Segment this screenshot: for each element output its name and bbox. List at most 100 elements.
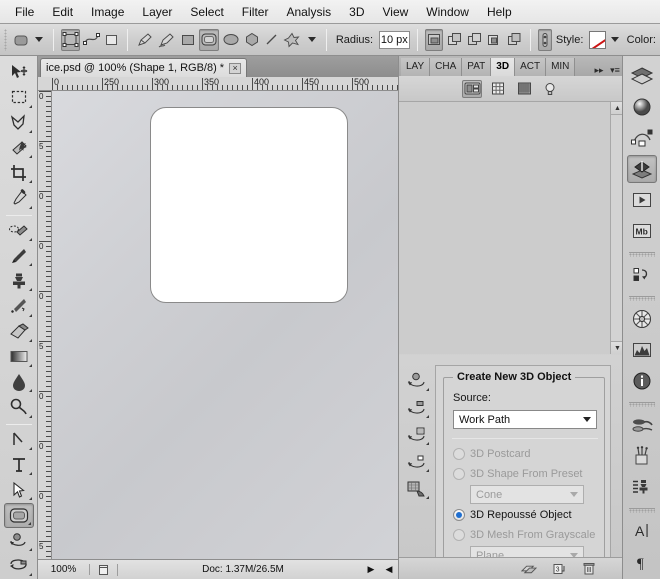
radius-input[interactable]: 10 px <box>379 30 410 49</box>
menu-item-view[interactable]: View <box>373 2 417 22</box>
color-panel-icon[interactable] <box>627 305 657 333</box>
pen-tool-button[interactable] <box>135 29 155 51</box>
3d-object-roll-tool-icon[interactable] <box>403 396 431 420</box>
history-panel-icon[interactable] <box>627 261 657 289</box>
3d-scene-list[interactable]: ▲ ▼ <box>399 102 624 354</box>
preset-shape-dropdown[interactable]: Cone <box>470 485 584 504</box>
animation-panel-icon[interactable] <box>627 186 657 214</box>
panel-tab-3d[interactable]: 3D <box>491 58 516 76</box>
info-panel-icon[interactable] <box>627 367 657 395</box>
3d-mesh-filter-icon[interactable] <box>488 80 508 98</box>
histogram-panel-icon[interactable] <box>627 336 657 364</box>
tool-rectangular-marquee[interactable] <box>4 85 34 109</box>
add-to-shape-area-button[interactable] <box>445 29 463 51</box>
menu-item-edit[interactable]: Edit <box>43 2 82 22</box>
layers-panel-icon[interactable] <box>627 62 657 90</box>
create-new-shape-layer-button[interactable] <box>424 28 443 51</box>
vertical-ruler[interactable]: 0 5 0 0 0 5 0 0 0 5 <box>38 91 52 579</box>
freeform-pen-tool-button[interactable] <box>157 29 177 51</box>
paths-panel-icon[interactable] <box>627 124 657 152</box>
shape-layers-mode-button[interactable] <box>61 28 81 51</box>
3d-lights-filter-icon[interactable] <box>540 80 560 98</box>
document-tab[interactable]: ice.psd @ 100% (Shape 1, RGB/8) * × <box>40 58 248 77</box>
tool-3d-camera-rotate[interactable] <box>4 554 34 578</box>
3d-object-rotate-tool-icon[interactable] <box>403 369 431 393</box>
3d-object-pan-tool-icon[interactable] <box>403 423 431 447</box>
tool-eyedropper[interactable] <box>4 186 34 210</box>
menu-item-3d[interactable]: 3D <box>340 2 373 22</box>
tool-eraser[interactable] <box>4 320 34 344</box>
tool-pen[interactable] <box>4 428 34 452</box>
mini-bridge-panel-icon[interactable]: Mb <box>627 217 657 245</box>
character-panel-icon[interactable]: A <box>627 517 657 545</box>
panel-menu-icon[interactable]: ▾≡ <box>607 65 623 76</box>
tool-spot-healing-brush[interactable] <box>4 219 34 243</box>
menu-item-help[interactable]: Help <box>478 2 521 22</box>
new-light-icon[interactable]: 3 <box>551 561 567 577</box>
subtract-from-shape-area-button[interactable] <box>465 29 483 51</box>
radio-3d-shape-from-preset[interactable] <box>453 468 465 480</box>
menu-item-filter[interactable]: Filter <box>233 2 278 22</box>
tool-3d-object-rotate[interactable] <box>4 529 34 553</box>
custom-shape-dropdown[interactable] <box>304 29 318 51</box>
paragraph-panel-icon[interactable]: ¶ <box>627 548 657 576</box>
tool-path-selection[interactable] <box>4 478 34 502</box>
menu-item-layer[interactable]: Layer <box>133 2 181 22</box>
fill-pixels-mode-button[interactable] <box>103 29 120 51</box>
3d-scene-filter-icon[interactable] <box>462 79 482 98</box>
tool-gradient[interactable] <box>4 345 34 369</box>
horizontal-ruler[interactable]: 0 250 300 350 400 450 500 <box>38 77 398 91</box>
status-left-arrow[interactable]: ◀ <box>380 564 398 575</box>
status-play-arrow[interactable]: ▶ <box>362 564 380 575</box>
brush-presets-panel-icon[interactable] <box>627 442 657 470</box>
3d-object-scale-tool-icon[interactable] <box>403 477 431 501</box>
paths-mode-button[interactable] <box>82 29 101 51</box>
tool-preset-picker[interactable] <box>12 29 30 51</box>
tool-dodge[interactable] <box>4 395 34 419</box>
style-dropdown[interactable] <box>608 29 622 51</box>
options-bar-grip[interactable] <box>4 28 8 51</box>
menu-item-image[interactable]: Image <box>82 2 133 22</box>
3d-object-slide-tool-icon[interactable] <box>403 450 431 474</box>
document-thumbnail-icon[interactable] <box>90 563 118 576</box>
rounded-rectangle-tool-button[interactable] <box>199 28 220 51</box>
tool-presets-panel-icon[interactable] <box>627 473 657 501</box>
tool-move[interactable] <box>4 60 34 84</box>
panel-tab-pat[interactable]: PAT <box>462 58 492 76</box>
radio-3d-repousse-object[interactable] <box>453 509 465 521</box>
tool-crop[interactable] <box>4 161 34 185</box>
3d-materials-filter-icon[interactable] <box>514 80 534 98</box>
zoom-level[interactable]: 100% <box>38 564 90 575</box>
menu-item-window[interactable]: Window <box>417 2 478 22</box>
tool-brush[interactable] <box>4 244 34 268</box>
rectangle-tool-button[interactable] <box>179 29 197 51</box>
radio-3d-mesh-from-grayscale[interactable] <box>453 529 465 541</box>
panel-tab-min[interactable]: MIN <box>546 58 576 76</box>
tool-horizontal-type[interactable] <box>4 453 34 477</box>
close-icon[interactable]: × <box>229 62 242 74</box>
tool-history-brush[interactable] <box>4 294 34 318</box>
panel-tab-lay[interactable]: LAY <box>401 58 431 76</box>
line-tool-button[interactable] <box>263 29 280 51</box>
3d-panel-icon[interactable] <box>626 155 657 184</box>
tool-clone-stamp[interactable] <box>4 269 34 293</box>
swatches-panel-icon[interactable] <box>627 411 657 439</box>
adjustments-panel-icon[interactable] <box>627 93 657 121</box>
geometry-options-button[interactable] <box>537 28 552 51</box>
style-swatch[interactable] <box>589 30 607 49</box>
canvas[interactable]: ALLOART.COM 思缘设计论坛 WWW.MISSYUAN.COM <box>52 91 398 579</box>
collapse-panels-icon[interactable]: ▸▸ <box>591 65 607 76</box>
menu-item-file[interactable]: File <box>6 2 43 22</box>
toggle-ground-plane-icon[interactable] <box>521 561 537 577</box>
menu-item-analysis[interactable]: Analysis <box>277 2 340 22</box>
delete-light-icon[interactable] <box>581 561 597 577</box>
tool-rounded-rectangle[interactable] <box>3 503 34 528</box>
source-dropdown[interactable]: Work Path <box>453 410 597 429</box>
exclude-overlapping-shape-areas-button[interactable] <box>505 29 523 51</box>
tool-lasso[interactable] <box>4 111 34 135</box>
tool-magic-wand[interactable] <box>4 136 34 160</box>
canvas-viewport[interactable]: ALLOART.COM 思缘设计论坛 WWW.MISSYUAN.COM <box>52 91 398 579</box>
polygon-tool-button[interactable] <box>243 29 261 51</box>
custom-shape-tool-button[interactable] <box>282 29 302 51</box>
menu-item-select[interactable]: Select <box>181 2 232 22</box>
